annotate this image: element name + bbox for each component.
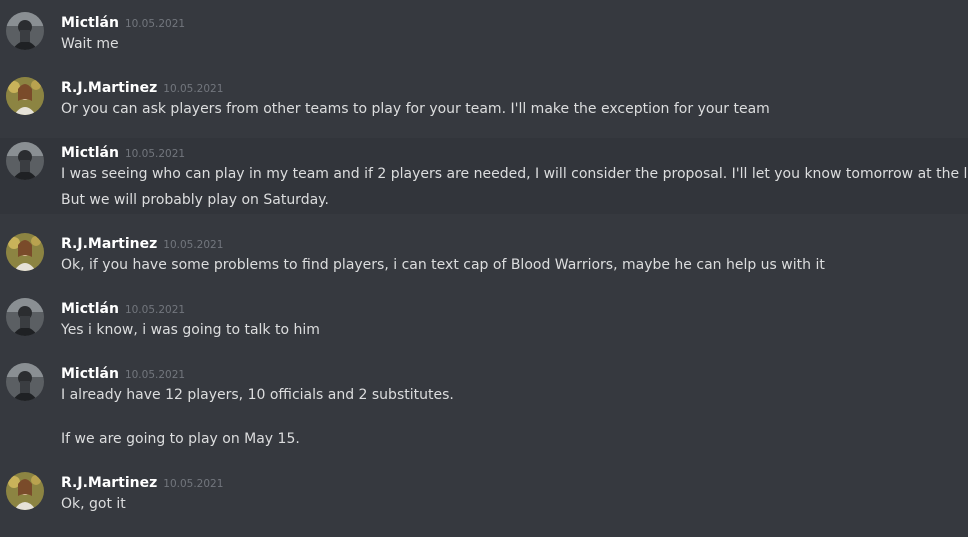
username[interactable]: Mictlán: [61, 301, 119, 317]
message[interactable]: R.J.Martinez 10.05.2021 Ok, if you have s…: [0, 233, 968, 273]
timestamp: 10.05.2021: [124, 148, 186, 160]
message-header: Mictlán 10.05.2021: [61, 142, 185, 162]
avatar[interactable]: [6, 363, 44, 401]
username[interactable]: R.J.Martinez: [61, 80, 157, 96]
timestamp: 10.05.2021: [124, 18, 186, 30]
chat-message-list: Mictlán 10.05.2021 Wait me R.J.Martinez 10…: [0, 0, 968, 537]
message[interactable]: R.J.Martinez 10.05.2021 Or you can ask pl…: [0, 77, 968, 117]
message-header: Mictlán 10.05.2021: [61, 298, 185, 318]
message[interactable]: Mictlán 10.05.2021 I already have 12 play…: [0, 363, 968, 451]
message-text: I was seeing who can play in my team and…: [61, 166, 968, 182]
message[interactable]: Mictlán 10.05.2021 Wait me: [0, 12, 968, 52]
username[interactable]: Mictlán: [61, 15, 119, 31]
message-text: Ok, got it: [61, 496, 126, 512]
message[interactable]: Mictlán 10.05.2021 I was seeing who can p…: [0, 138, 968, 214]
avatar[interactable]: [6, 233, 44, 271]
message-header: Mictlán 10.05.2021: [61, 12, 185, 32]
timestamp: 10.05.2021: [163, 478, 224, 490]
username[interactable]: Mictlán: [61, 366, 119, 382]
username[interactable]: Mictlán: [61, 145, 119, 161]
message[interactable]: R.J.Martinez 10.05.2021 Ok, got it: [0, 472, 968, 512]
message-text: If we are going to play on May 15.: [61, 431, 300, 447]
username[interactable]: R.J.Martinez: [61, 475, 157, 491]
timestamp: 10.05.2021: [163, 83, 224, 95]
timestamp: 10.05.2021: [163, 239, 224, 251]
username[interactable]: R.J.Martinez: [61, 236, 157, 252]
message-header: R.J.Martinez 10.05.2021: [61, 233, 223, 253]
message-header: R.J.Martinez 10.05.2021: [61, 77, 223, 97]
avatar[interactable]: [6, 77, 44, 115]
avatar[interactable]: [6, 12, 44, 50]
message-text: Ok, if you have some problems to find pl…: [61, 257, 825, 273]
message[interactable]: Mictlán 10.05.2021 Yes i know, i was goin…: [0, 298, 968, 338]
avatar[interactable]: [6, 472, 44, 510]
avatar[interactable]: [6, 298, 44, 336]
message-text: But we will probably play on Saturday.: [61, 192, 329, 208]
timestamp: 10.05.2021: [124, 369, 186, 381]
timestamp: 10.05.2021: [124, 304, 186, 316]
message-header: Mictlán 10.05.2021: [61, 363, 185, 383]
message-header: R.J.Martinez 10.05.2021: [61, 472, 223, 492]
message-text: Wait me: [61, 36, 119, 52]
message-text: Or you can ask players from other teams …: [61, 101, 770, 117]
message-text: Yes i know, i was going to talk to him: [61, 322, 320, 338]
avatar[interactable]: [6, 142, 44, 180]
message-text: I already have 12 players, 10 officials …: [61, 387, 454, 403]
